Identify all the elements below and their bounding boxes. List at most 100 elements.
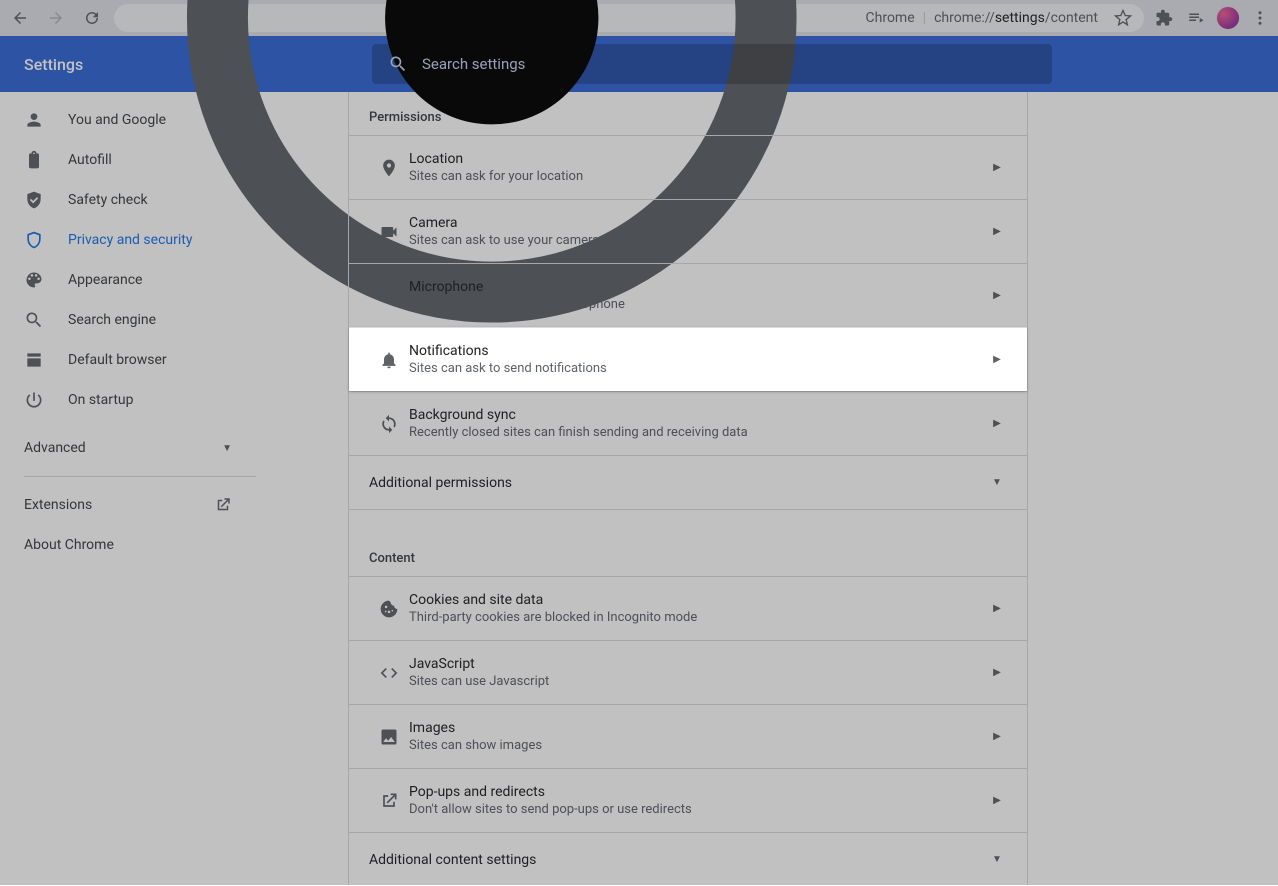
- chevron-right-icon: ▶: [987, 290, 1007, 301]
- sidebar-item-privacy-security[interactable]: Privacy and security: [0, 220, 256, 260]
- setting-row-notifications[interactable]: Notifications Sites can ask to send notif…: [349, 327, 1027, 391]
- browser-toolbar: Chrome | chrome://settings/content: [0, 0, 1278, 36]
- chevron-right-icon: ▶: [987, 795, 1007, 806]
- open-in-new-icon: [379, 791, 399, 811]
- bell-icon: [379, 350, 399, 370]
- sidebar-item-search-engine[interactable]: Search engine: [0, 300, 256, 340]
- sidebar-about-label: About Chrome: [24, 537, 114, 553]
- sidebar-item-appearance[interactable]: Appearance: [0, 260, 256, 300]
- content-section-title: Content: [349, 533, 1027, 576]
- row-title: Notifications: [409, 343, 987, 359]
- location-icon: [379, 158, 399, 178]
- setting-row-popups[interactable]: Pop-ups and redirects Don't allow sites t…: [349, 768, 1027, 832]
- row-title: Cookies and site data: [409, 592, 987, 608]
- row-title: Microphone: [409, 279, 987, 295]
- section-gap: [349, 509, 1027, 533]
- search-icon: [24, 310, 44, 330]
- sidebar-item-label: Autofill: [68, 152, 112, 168]
- settings-search-input[interactable]: [422, 55, 1036, 73]
- sidebar-about-link[interactable]: About Chrome: [0, 525, 256, 565]
- sidebar-extensions-link[interactable]: Extensions: [0, 485, 256, 525]
- settings-card: Permissions LocationSites can ask for yo…: [348, 92, 1028, 885]
- omnibox-url: chrome://settings/content: [934, 10, 1098, 26]
- sidebar-item-safety-check[interactable]: Safety check: [0, 180, 256, 220]
- clipboard-icon: [24, 150, 44, 170]
- sidebar-item-autofill[interactable]: Autofill: [0, 140, 256, 180]
- row-desc: Don't allow sites to send pop-ups or use…: [409, 802, 987, 817]
- image-icon: [379, 727, 399, 747]
- row-desc: Sites can ask to use your camera: [409, 233, 987, 248]
- bookmark-star-icon[interactable]: [1114, 6, 1132, 30]
- sidebar-divider: [24, 476, 256, 477]
- media-control-icon[interactable]: [1184, 6, 1208, 30]
- sidebar-item-label: You and Google: [68, 112, 166, 128]
- setting-row-cookies[interactable]: Cookies and site data Third-party cookies…: [349, 576, 1027, 640]
- chevron-right-icon: ▶: [987, 354, 1007, 365]
- sidebar-item-default-browser[interactable]: Default browser: [0, 340, 256, 380]
- chevron-right-icon: ▶: [987, 226, 1007, 237]
- open-in-new-icon: [214, 496, 232, 514]
- sidebar-item-label: Default browser: [68, 352, 167, 368]
- shield-check-icon: [24, 190, 44, 210]
- row-title: Camera: [409, 215, 987, 231]
- omnibox-origin: Chrome: [866, 10, 915, 26]
- kebab-menu-icon[interactable]: [1248, 6, 1272, 30]
- forward-button[interactable]: [42, 4, 70, 32]
- row-title: Pop-ups and redirects: [409, 784, 987, 800]
- omnibox[interactable]: Chrome | chrome://settings/content: [114, 4, 1144, 32]
- chevron-right-icon: ▶: [987, 418, 1007, 429]
- chevron-down-icon: ▼: [987, 854, 1007, 865]
- setting-row-microphone[interactable]: Microphone Sites can ask to use your micr…: [349, 263, 1027, 327]
- setting-row-background-sync[interactable]: Background sync Recently closed sites can…: [349, 391, 1027, 455]
- row-desc: Sites can ask to send notifications: [409, 361, 987, 376]
- cookie-icon: [379, 599, 399, 619]
- row-desc: Recently closed sites can finish sending…: [409, 425, 987, 440]
- sidebar-item-label: Safety check: [68, 192, 148, 208]
- power-icon: [24, 390, 44, 410]
- sidebar-item-on-startup[interactable]: On startup: [0, 380, 256, 420]
- main-content: Permissions LocationSites can ask for yo…: [256, 92, 1278, 885]
- row-desc: Third-party cookies are blocked in Incog…: [409, 610, 987, 625]
- sidebar-advanced-toggle[interactable]: Advanced ▼: [0, 428, 256, 468]
- sync-icon: [379, 414, 399, 434]
- palette-icon: [24, 270, 44, 290]
- extensions-icon[interactable]: [1152, 6, 1176, 30]
- person-icon: [24, 110, 44, 130]
- row-desc: Sites can show images: [409, 738, 987, 753]
- chevron-right-icon: ▶: [987, 731, 1007, 742]
- microphone-icon: [379, 286, 399, 306]
- setting-row-camera[interactable]: Camera Sites can ask to use your camera ▶: [349, 199, 1027, 263]
- row-title: Images: [409, 720, 987, 736]
- sidebar: You and Google Autofill Safety check Pri…: [0, 92, 256, 885]
- setting-row-javascript[interactable]: JavaScript Sites can use Javascript ▶: [349, 640, 1027, 704]
- back-button[interactable]: [6, 4, 34, 32]
- sidebar-item-label: On startup: [68, 392, 134, 408]
- chevron-down-icon: ▼: [222, 443, 232, 454]
- shield-icon: [24, 230, 44, 250]
- chevron-right-icon: ▶: [987, 667, 1007, 678]
- sidebar-item-you-and-google[interactable]: You and Google: [0, 100, 256, 140]
- permissions-section-title: Permissions: [349, 92, 1027, 135]
- profile-avatar[interactable]: [1216, 6, 1240, 30]
- row-desc: Sites can use Javascript: [409, 674, 987, 689]
- sidebar-item-label: Appearance: [68, 272, 142, 288]
- row-title: Background sync: [409, 407, 987, 423]
- row-title: JavaScript: [409, 656, 987, 672]
- setting-row-images[interactable]: Images Sites can show images ▶: [349, 704, 1027, 768]
- row-title: Additional permissions: [369, 475, 987, 491]
- row-title: Additional content settings: [369, 852, 987, 868]
- additional-content-toggle[interactable]: Additional content settings ▼: [349, 832, 1027, 886]
- code-icon: [379, 663, 399, 683]
- row-desc: Sites can ask to use your microphone: [409, 297, 987, 312]
- chevron-right-icon: ▶: [987, 162, 1007, 173]
- sidebar-item-label: Search engine: [68, 312, 156, 328]
- sidebar-item-label: Privacy and security: [68, 232, 192, 248]
- chevron-right-icon: ▶: [987, 603, 1007, 614]
- page-title: Settings: [24, 55, 348, 74]
- camera-icon: [379, 222, 399, 242]
- setting-row-location[interactable]: LocationSites can ask for your location …: [349, 135, 1027, 199]
- settings-search[interactable]: [372, 44, 1052, 84]
- sidebar-extensions-label: Extensions: [24, 497, 92, 513]
- reload-button[interactable]: [78, 4, 106, 32]
- additional-permissions-toggle[interactable]: Additional permissions ▼: [349, 455, 1027, 509]
